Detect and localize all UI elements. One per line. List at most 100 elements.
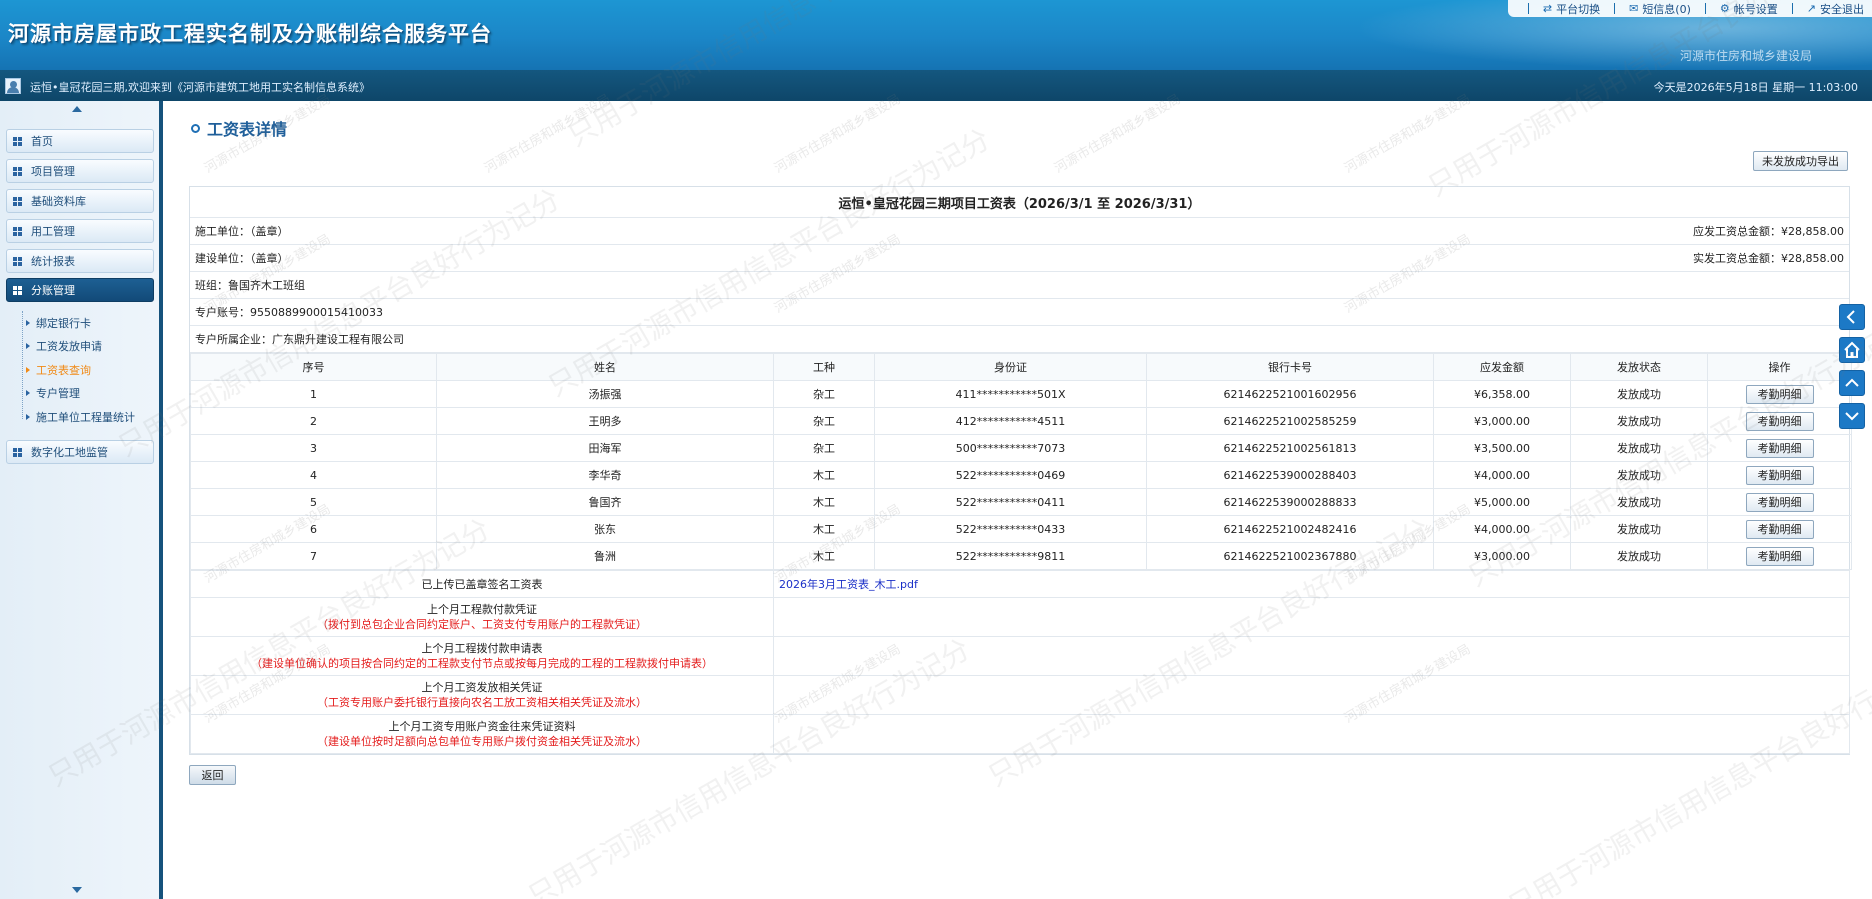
table-row: 1 汤振强 杂工 411***********501X 621462252100… xyxy=(190,380,1852,408)
cell-action: 考勤明细 xyxy=(1707,542,1852,570)
cell-action: 考勤明细 xyxy=(1707,461,1852,489)
submenu-workload-stats[interactable]: 施工单位工程量统计 xyxy=(26,405,156,429)
grid-icon xyxy=(13,256,22,266)
submenu-bind-bank-card[interactable]: 绑定银行卡 xyxy=(26,311,156,335)
cell-action: 考勤明细 xyxy=(1707,380,1852,408)
submenu-wage-query[interactable]: 工资表查询 xyxy=(26,358,156,382)
column-header: 操作 xyxy=(1707,353,1852,381)
attendance-detail-button[interactable]: 考勤明细 xyxy=(1745,384,1814,404)
submenu-account-management[interactable]: 专户管理 xyxy=(26,382,156,406)
attendance-detail-button[interactable]: 考勤明细 xyxy=(1745,411,1814,431)
document-row: 已上传已盖章签名工资表 2026年3月工资表_木工.pdf xyxy=(190,570,1850,598)
cell-card: 6214622521002367880 xyxy=(1146,542,1434,570)
cell-id: 522***********0469 xyxy=(874,461,1147,489)
info-row: 专户账号：9550889900015410033 xyxy=(190,299,1849,326)
app-header: 河源市房屋市政工程实名制及分账制综合服务平台 河源市住房和城乡建设局 ⇄ 平台切… xyxy=(0,0,1872,70)
account-settings-label: 帐号设置 xyxy=(1733,2,1778,16)
back-button[interactable]: 返回 xyxy=(189,765,236,785)
column-header: 应发金额 xyxy=(1433,353,1571,381)
due-total-field: 应发工资总金额：¥28,858.00 xyxy=(1693,225,1844,238)
cell-card: 6214622521002482416 xyxy=(1146,515,1434,543)
cell-no: 2 xyxy=(190,407,437,435)
user-avatar-icon xyxy=(5,78,21,94)
grid-icon xyxy=(13,447,22,457)
nav-separator xyxy=(1704,3,1706,14)
current-datetime: 今天是2026年5月18日 星期一 11:03:00 xyxy=(1653,81,1858,94)
column-header: 银行卡号 xyxy=(1146,353,1434,381)
nav-separator xyxy=(1614,3,1616,14)
sidebar-item-digital-site[interactable]: 数字化工地监管 xyxy=(6,440,154,464)
cell-name: 张东 xyxy=(436,515,774,543)
welcome-bar: 运恒•皇冠花园三期,欢迎来到《河源市建筑工地用工实名制信息系统》 今天是2026… xyxy=(0,70,1872,101)
cell-id: 500***********7073 xyxy=(874,434,1147,462)
account-settings-link[interactable]: ⚙ 帐号设置 xyxy=(1720,1,1778,17)
wage-sheet: 运恒•皇冠花园三期项目工资表（2026/3/1 至 2026/3/31） 施工单… xyxy=(189,186,1852,755)
cell-amount: ¥4,000.00 xyxy=(1433,515,1571,543)
attendance-detail-button[interactable]: 考勤明细 xyxy=(1745,492,1814,512)
export-failed-button[interactable]: 未发放成功导出 xyxy=(1753,151,1848,171)
paid-total-field: 实发工资总金额：¥28,858.00 xyxy=(1693,252,1844,265)
floating-nav xyxy=(1839,304,1865,429)
sidebar-item-label: 分账管理 xyxy=(31,284,75,297)
attendance-detail-button[interactable]: 考勤明细 xyxy=(1745,546,1814,566)
cell-status: 发放成功 xyxy=(1570,515,1708,543)
document-row: 上个月工资专用账户资金往来凭证资料 （建设单位按时足额向总包单位专用账户拨付资金… xyxy=(190,714,1850,754)
attendance-detail-button[interactable]: 考勤明细 xyxy=(1745,438,1814,458)
sidebar-scroll-up-icon[interactable] xyxy=(72,106,82,112)
messages-label: 短信息(0) xyxy=(1642,2,1691,16)
cell-type: 木工 xyxy=(773,515,875,543)
attendance-detail-button[interactable]: 考勤明细 xyxy=(1745,519,1814,539)
document-note: （建设单位按时足额向总包单位专用账户拨付资金相关凭证及流水） xyxy=(317,735,647,748)
cell-type: 杂工 xyxy=(773,407,875,435)
document-value: 2026年3月工资表_木工.pdf xyxy=(773,570,1850,598)
cell-card: 6214622539000288833 xyxy=(1146,488,1434,516)
sidebar-scroll-down-icon[interactable] xyxy=(72,887,82,893)
cell-action: 考勤明细 xyxy=(1707,434,1852,462)
collapse-left-icon[interactable] xyxy=(1839,304,1865,330)
document-title: 上个月工程款付款凭证 xyxy=(427,603,537,616)
cell-type: 木工 xyxy=(773,488,875,516)
org-name: 河源市住房和城乡建设局 xyxy=(1679,49,1812,63)
cell-no: 1 xyxy=(190,380,437,408)
sidebar-item-accounts[interactable]: 分账管理 xyxy=(6,278,154,302)
document-value xyxy=(773,714,1850,754)
sidebar-item-reports[interactable]: 统计报表 xyxy=(6,249,154,273)
sidebar-item-projects[interactable]: 项目管理 xyxy=(6,159,154,183)
sidebar-item-basic-data[interactable]: 基础资料库 xyxy=(6,189,154,213)
top-nav: ⇄ 平台切换 ✉ 短信息(0) ⚙ 帐号设置 ↗ 安全退出 xyxy=(1507,0,1872,17)
cell-action: 考勤明细 xyxy=(1707,488,1852,516)
grid-icon xyxy=(13,136,22,146)
cell-id: 522***********0433 xyxy=(874,515,1147,543)
cell-status: 发放成功 xyxy=(1570,434,1708,462)
wage-sheet-pdf-link[interactable]: 2026年3月工资表_木工.pdf xyxy=(774,578,918,591)
main-content: 工资表详情 未发放成功导出 运恒•皇冠花园三期项目工资表（2026/3/1 至 … xyxy=(167,101,1872,899)
cell-name: 鲁国齐 xyxy=(436,488,774,516)
document-label: 上个月工程拨付款申请表 （建设单位确认的项目按合同约定的工程款支付节点或按每月完… xyxy=(190,636,774,676)
document-label: 上个月工资发放相关凭证 （工资专用账户委托银行直接向农名工放工资相关相关凭证及流… xyxy=(190,675,774,715)
document-row: 上个月工程款付款凭证 （拨付到总包企业合同约定账户、工资支付专用账户的工程款凭证… xyxy=(190,597,1850,637)
sidebar-item-labor[interactable]: 用工管理 xyxy=(6,219,154,243)
info-row: 建设单位：（盖章） 实发工资总金额：¥28,858.00 xyxy=(190,245,1849,272)
cell-amount: ¥3,000.00 xyxy=(1433,542,1571,570)
logout-icon: ↗ xyxy=(1806,2,1816,15)
platform-switch-link[interactable]: ⇄ 平台切换 xyxy=(1543,1,1600,17)
cell-no: 5 xyxy=(190,488,437,516)
swap-icon: ⇄ xyxy=(1542,2,1553,15)
home-icon[interactable] xyxy=(1839,337,1865,363)
info-row: 班组：鲁国齐木工班组 xyxy=(190,272,1849,299)
document-title: 上个月工资发放相关凭证 xyxy=(421,681,543,694)
document-label: 已上传已盖章签名工资表 xyxy=(190,570,774,598)
gear-icon: ⚙ xyxy=(1719,2,1730,15)
scroll-top-icon[interactable] xyxy=(1839,370,1865,396)
scroll-bottom-icon[interactable] xyxy=(1839,403,1865,429)
attendance-detail-button[interactable]: 考勤明细 xyxy=(1745,465,1814,485)
submenu-wage-application[interactable]: 工资发放申请 xyxy=(26,335,156,359)
app-title: 河源市房屋市政工程实名制及分账制综合服务平台 xyxy=(8,22,492,46)
logout-link[interactable]: ↗ 安全退出 xyxy=(1807,1,1864,17)
document-row: 上个月工资发放相关凭证 （工资专用账户委托银行直接向农名工放工资相关相关凭证及流… xyxy=(190,675,1850,715)
sidebar-item-home[interactable]: 首页 xyxy=(6,129,154,153)
cell-action: 考勤明细 xyxy=(1707,407,1852,435)
cell-status: 发放成功 xyxy=(1570,542,1708,570)
messages-link[interactable]: ✉ 短信息(0) xyxy=(1629,1,1691,17)
cell-action: 考勤明细 xyxy=(1707,515,1852,543)
